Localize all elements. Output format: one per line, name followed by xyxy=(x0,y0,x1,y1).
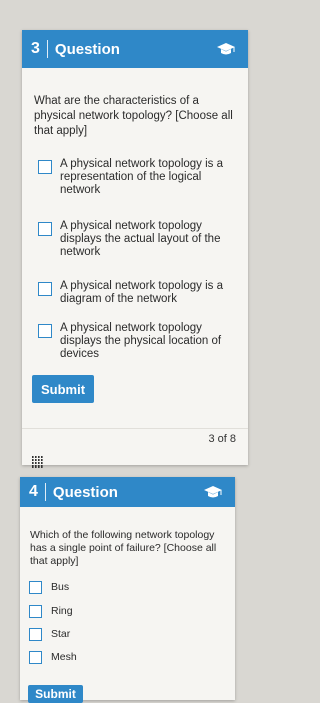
option-label: Bus xyxy=(51,581,70,593)
question-prompt: Which of the following network topology … xyxy=(30,529,217,567)
question-title: Question xyxy=(52,483,118,501)
option-label: Mesh xyxy=(51,651,77,663)
option-label: A physical network topology displays the… xyxy=(60,322,222,360)
question-prompt: What are the characteristics of a physic… xyxy=(34,95,233,137)
option-checkbox[interactable] xyxy=(29,628,42,641)
option-label: A physical network topology is a represe… xyxy=(60,158,224,196)
question-header: 4 Question xyxy=(20,477,235,507)
option-3[interactable]: A physical network topology is a diagram… xyxy=(38,280,238,306)
option-checkbox[interactable] xyxy=(38,160,52,174)
option-ring[interactable]: Ring xyxy=(29,605,73,618)
page-indicator: 3 of 8 xyxy=(208,433,236,445)
option-label: A physical network topology is a diagram… xyxy=(60,280,224,305)
option-label: Ring xyxy=(51,605,73,617)
option-2[interactable]: A physical network topology displays the… xyxy=(38,220,238,259)
graduation-cap-icon xyxy=(204,486,222,498)
question-number: 3 xyxy=(31,40,40,57)
submit-button[interactable]: Submit xyxy=(32,375,94,403)
option-1[interactable]: A physical network topology is a represe… xyxy=(38,158,238,197)
option-mesh[interactable]: Mesh xyxy=(29,651,77,664)
question-number: 4 xyxy=(29,483,38,500)
question-title: Question xyxy=(54,40,120,58)
option-checkbox[interactable] xyxy=(38,282,52,296)
option-4[interactable]: A physical network topology displays the… xyxy=(38,322,238,361)
option-checkbox[interactable] xyxy=(38,324,52,338)
drag-handle-icon[interactable] xyxy=(31,456,43,468)
option-checkbox[interactable] xyxy=(29,581,42,594)
option-checkbox[interactable] xyxy=(38,222,52,236)
option-bus[interactable]: Bus xyxy=(29,581,69,594)
question-card-4: 4 Question Which of the following networ… xyxy=(20,477,235,703)
option-label: A physical network topology displays the… xyxy=(60,220,221,258)
option-label: Star xyxy=(51,628,71,640)
option-checkbox[interactable] xyxy=(29,605,42,618)
option-star[interactable]: Star xyxy=(29,628,70,641)
question-card-3: 3 Question What are the characteristics … xyxy=(22,30,248,468)
submit-button[interactable]: Submit xyxy=(28,685,83,703)
footer-divider xyxy=(22,428,248,429)
question-header: 3 Question xyxy=(22,30,248,68)
graduation-cap-icon xyxy=(217,43,235,55)
option-checkbox[interactable] xyxy=(29,651,42,664)
